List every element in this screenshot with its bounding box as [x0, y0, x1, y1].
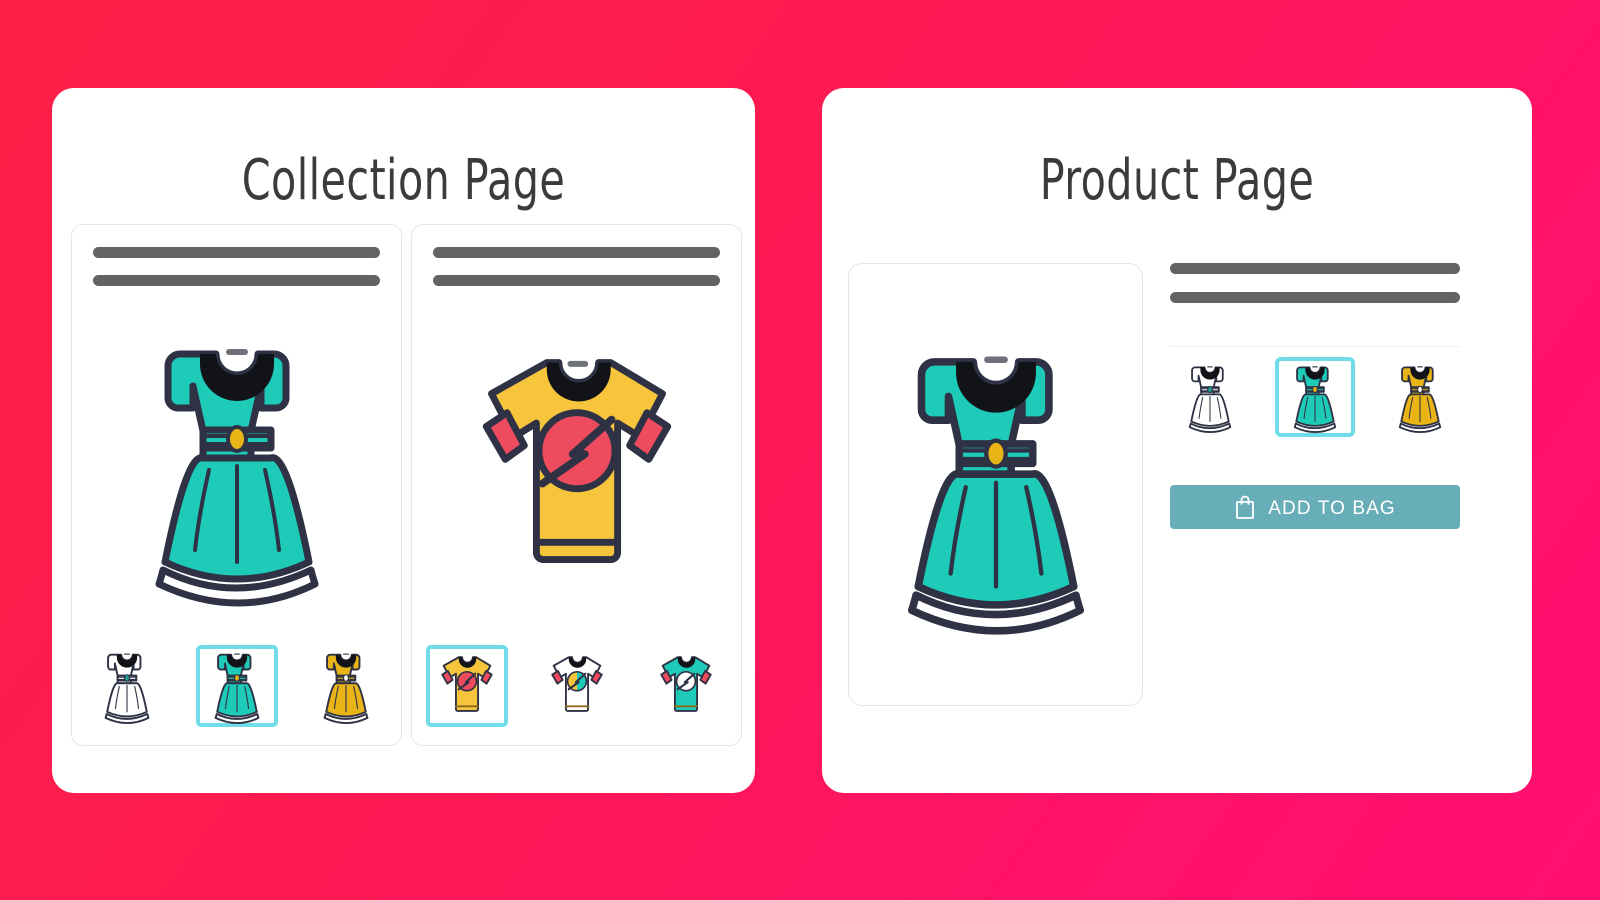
collection-page-panel: Collection Page — [52, 88, 755, 793]
teal-dress-icon — [1293, 366, 1337, 434]
teal-dress-thumbnail[interactable] — [1275, 357, 1355, 437]
yellow-dress-thumbnail[interactable] — [1380, 357, 1460, 437]
dress-product-card[interactable] — [71, 224, 402, 746]
yellow-tshirt-icon — [441, 656, 493, 712]
tshirt-variant-thumbnails — [426, 645, 727, 727]
placeholder-bar — [1170, 263, 1460, 274]
product-main-image-card[interactable] — [848, 263, 1143, 706]
placeholder-bar — [93, 247, 380, 258]
yellow-tshirt-illustration — [482, 359, 671, 564]
product-title-placeholder — [93, 247, 380, 286]
yellow-tshirt-thumbnail[interactable] — [426, 645, 508, 727]
teal-dress-icon — [214, 653, 259, 725]
dress-variant-thumbnails — [86, 645, 387, 727]
dress-hero-image[interactable] — [72, 303, 401, 633]
product-title-placeholder — [1170, 263, 1460, 303]
white-tshirt-icon — [550, 656, 603, 712]
collection-page-title: Collection Page — [241, 147, 566, 213]
product-variant-thumbnails — [1170, 346, 1460, 437]
product-title-placeholder — [433, 247, 720, 286]
yellow-dress-thumbnail[interactable] — [305, 645, 387, 727]
white-tshirt-thumbnail[interactable] — [536, 645, 618, 727]
add-to-bag-button[interactable]: ADD TO BAG — [1170, 485, 1460, 529]
product-page-panel: Product Page ADD TO BAG — [822, 88, 1532, 793]
yellow-dress-icon — [1398, 366, 1442, 434]
teal-dress-thumbnail[interactable] — [195, 645, 278, 727]
placeholder-bar — [1170, 292, 1460, 303]
shopping-bag-icon — [1234, 495, 1256, 520]
teal-dress-illustration — [907, 355, 1084, 635]
white-dress-thumbnail[interactable] — [86, 645, 168, 727]
placeholder-bar — [433, 247, 720, 258]
screenshot-root: Collection Page Product Page ADD TO BAG — [0, 0, 1600, 900]
teal-tshirt-icon — [660, 656, 712, 712]
add-to-bag-label: ADD TO BAG — [1268, 497, 1396, 519]
product-page-title: Product Page — [1039, 147, 1315, 213]
product-details-column: ADD TO BAG — [1170, 263, 1460, 529]
teal-tshirt-thumbnail[interactable] — [645, 645, 727, 727]
white-dress-icon — [1188, 366, 1232, 434]
placeholder-bar — [93, 275, 380, 286]
teal-dress-illustration — [155, 349, 318, 607]
yellow-dress-icon — [323, 653, 369, 725]
placeholder-bar — [433, 275, 720, 286]
white-dress-thumbnail[interactable] — [1170, 357, 1250, 437]
tshirt-product-card[interactable] — [411, 224, 742, 746]
white-dress-icon — [104, 653, 150, 725]
tshirt-hero-image[interactable] — [412, 303, 741, 633]
collection-product-grid — [71, 224, 742, 746]
